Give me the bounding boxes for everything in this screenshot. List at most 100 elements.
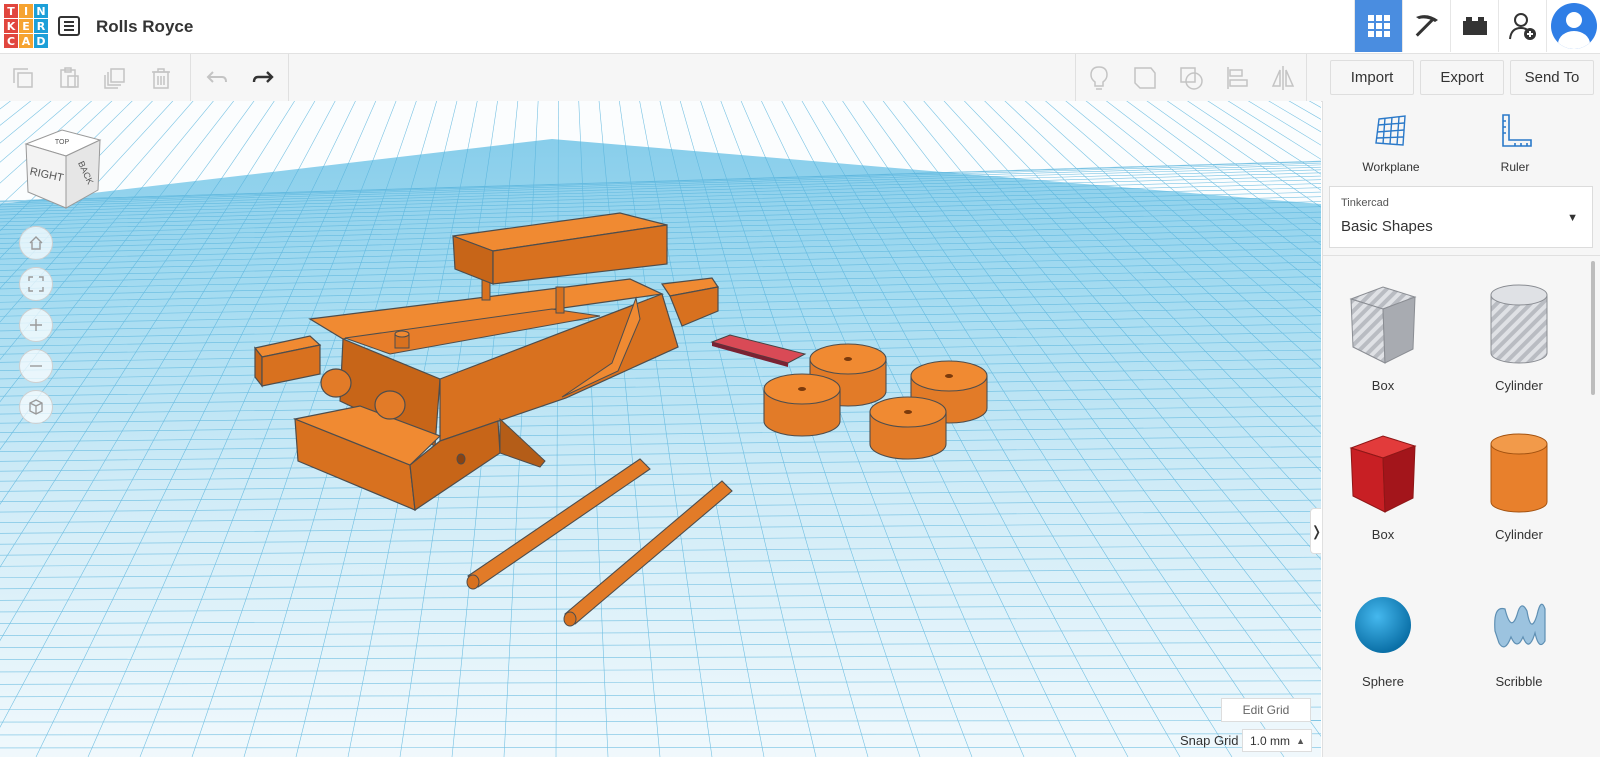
home-view-button[interactable] (19, 226, 53, 260)
box-icon (1349, 435, 1417, 513)
shape-library-select[interactable]: Tinkercad Basic Shapes ▼ (1329, 186, 1593, 248)
shape-cylinder[interactable]: Cylinder (1459, 428, 1579, 542)
snap-grid-select[interactable]: 1.0 mm ▲ (1242, 729, 1312, 752)
edit-toolbar: Import Export Send To (0, 54, 1600, 102)
snap-grid-label: Snap Grid (1180, 733, 1239, 748)
workplane-scene[interactable] (0, 101, 1321, 757)
design-title[interactable]: Rolls Royce (96, 17, 193, 37)
fit-icon (28, 276, 44, 292)
mirror-button[interactable] (1260, 54, 1306, 101)
edit-grid-button[interactable]: Edit Grid (1221, 698, 1311, 722)
fit-view-button[interactable] (19, 267, 53, 301)
tinkercad-logo[interactable]: TIN KER CAD (4, 4, 48, 48)
top-bar: TIN KER CAD Rolls Royce (0, 0, 1600, 54)
logo-letter: A (19, 34, 33, 48)
wheel-model[interactable] (869, 396, 947, 460)
pickaxe-icon (1415, 15, 1438, 37)
view-cube-top-label: TOP (55, 139, 70, 146)
shape-label: Box (1371, 378, 1395, 393)
profile-button[interactable] (1546, 0, 1600, 52)
align-button[interactable] (1214, 54, 1260, 101)
minecraft-view-button[interactable] (1402, 0, 1450, 52)
logo-letter: E (19, 19, 33, 33)
zoom-in-button[interactable] (19, 308, 53, 342)
shape-sphere[interactable]: Sphere (1323, 585, 1443, 689)
logo-letter: D (34, 34, 48, 48)
box-hole-icon (1349, 286, 1417, 364)
snap-grid-value: 1.0 mm (1250, 733, 1291, 748)
mirror-icon (1271, 65, 1295, 90)
scribble-icon (1494, 603, 1546, 648)
group-icon (1134, 66, 1156, 89)
shapes-panel: Workplane Ruler Tinkercad Basic Shapes ▼… (1322, 101, 1600, 757)
zoom-out-button[interactable] (19, 349, 53, 383)
shape-box-hole[interactable]: Box (1323, 279, 1443, 393)
undo-icon (206, 70, 227, 83)
caret-up-icon: ▲ (1296, 736, 1305, 746)
redo-button[interactable] (240, 54, 286, 101)
workplane-grid (0, 101, 1321, 757)
brick-view-button[interactable] (1450, 0, 1498, 52)
import-button[interactable]: Import (1330, 60, 1414, 95)
sphere-icon (1355, 597, 1411, 653)
shape-label: Sphere (1362, 674, 1404, 689)
logo-letter: R (34, 19, 48, 33)
copy-icon (13, 67, 33, 88)
ruler-icon (1502, 114, 1532, 147)
wheel-model[interactable] (763, 373, 841, 437)
top-right-nav (1354, 0, 1600, 53)
invite-user-button[interactable] (1498, 0, 1546, 52)
user-avatar-icon (1550, 3, 1597, 49)
ungroup-button[interactable] (1168, 54, 1214, 101)
shape-label: Box (1371, 527, 1395, 542)
chevron-right-icon: ❭ (1311, 523, 1321, 540)
workplane-label: Workplane (1362, 160, 1420, 174)
send-to-button[interactable]: Send To (1510, 60, 1594, 95)
panel-collapse-tab[interactable]: ❭ (1310, 508, 1321, 554)
brick-icon (1462, 17, 1487, 35)
cylinder-icon (1490, 433, 1548, 513)
undo-button[interactable] (194, 54, 240, 101)
export-button[interactable]: Export (1420, 60, 1504, 95)
view-cube[interactable]: TOP RIGHT BACK (20, 126, 104, 212)
add-user-icon (1508, 13, 1536, 40)
home-icon (29, 236, 43, 250)
logo-letter: C (4, 34, 18, 48)
cylinder-hole-icon (1490, 284, 1548, 364)
shape-cylinder-hole[interactable]: Cylinder (1459, 279, 1579, 393)
shape-label: Scribble (1495, 674, 1543, 689)
perspective-button[interactable] (19, 390, 53, 424)
zoom-in-icon (30, 319, 42, 331)
workplane-tool[interactable]: Workplane (1341, 113, 1441, 174)
3d-workspace[interactable]: TOP RIGHT BACK Edit Grid Snap Grid 1.0 m… (0, 101, 1321, 757)
ruler-label: Ruler (1500, 160, 1530, 174)
shape-tools-group (1076, 54, 1306, 101)
logo-letter: K (4, 19, 18, 33)
group-button[interactable] (1122, 54, 1168, 101)
library-source: Tinkercad (1341, 197, 1389, 209)
shape-label: Cylinder (1495, 378, 1543, 393)
delete-icon (152, 67, 170, 89)
ungroup-icon (1180, 66, 1203, 90)
panel-scrollbar[interactable] (1591, 261, 1595, 395)
notes-button[interactable] (1076, 54, 1122, 101)
grid-icon (1367, 15, 1390, 37)
edit-tools-group (0, 54, 184, 101)
duplicate-button[interactable] (92, 54, 138, 101)
workplane-icon (1375, 115, 1406, 146)
paste-button[interactable] (46, 54, 92, 101)
copy-button[interactable] (0, 54, 46, 101)
ruler-tool[interactable]: Ruler (1465, 113, 1565, 174)
shape-box[interactable]: Box (1323, 428, 1443, 542)
duplicate-icon (104, 67, 125, 89)
redo-icon (252, 70, 274, 83)
3d-design-view-button[interactable] (1354, 0, 1402, 52)
paste-icon (60, 66, 79, 88)
history-tools-group (194, 54, 286, 101)
logo-letter: T (4, 4, 18, 18)
design-menu-icon[interactable] (58, 16, 80, 36)
align-icon (1227, 66, 1248, 89)
shape-scribble[interactable]: Scribble (1459, 585, 1579, 689)
delete-button[interactable] (138, 54, 184, 101)
logo-letter: I (19, 4, 33, 18)
